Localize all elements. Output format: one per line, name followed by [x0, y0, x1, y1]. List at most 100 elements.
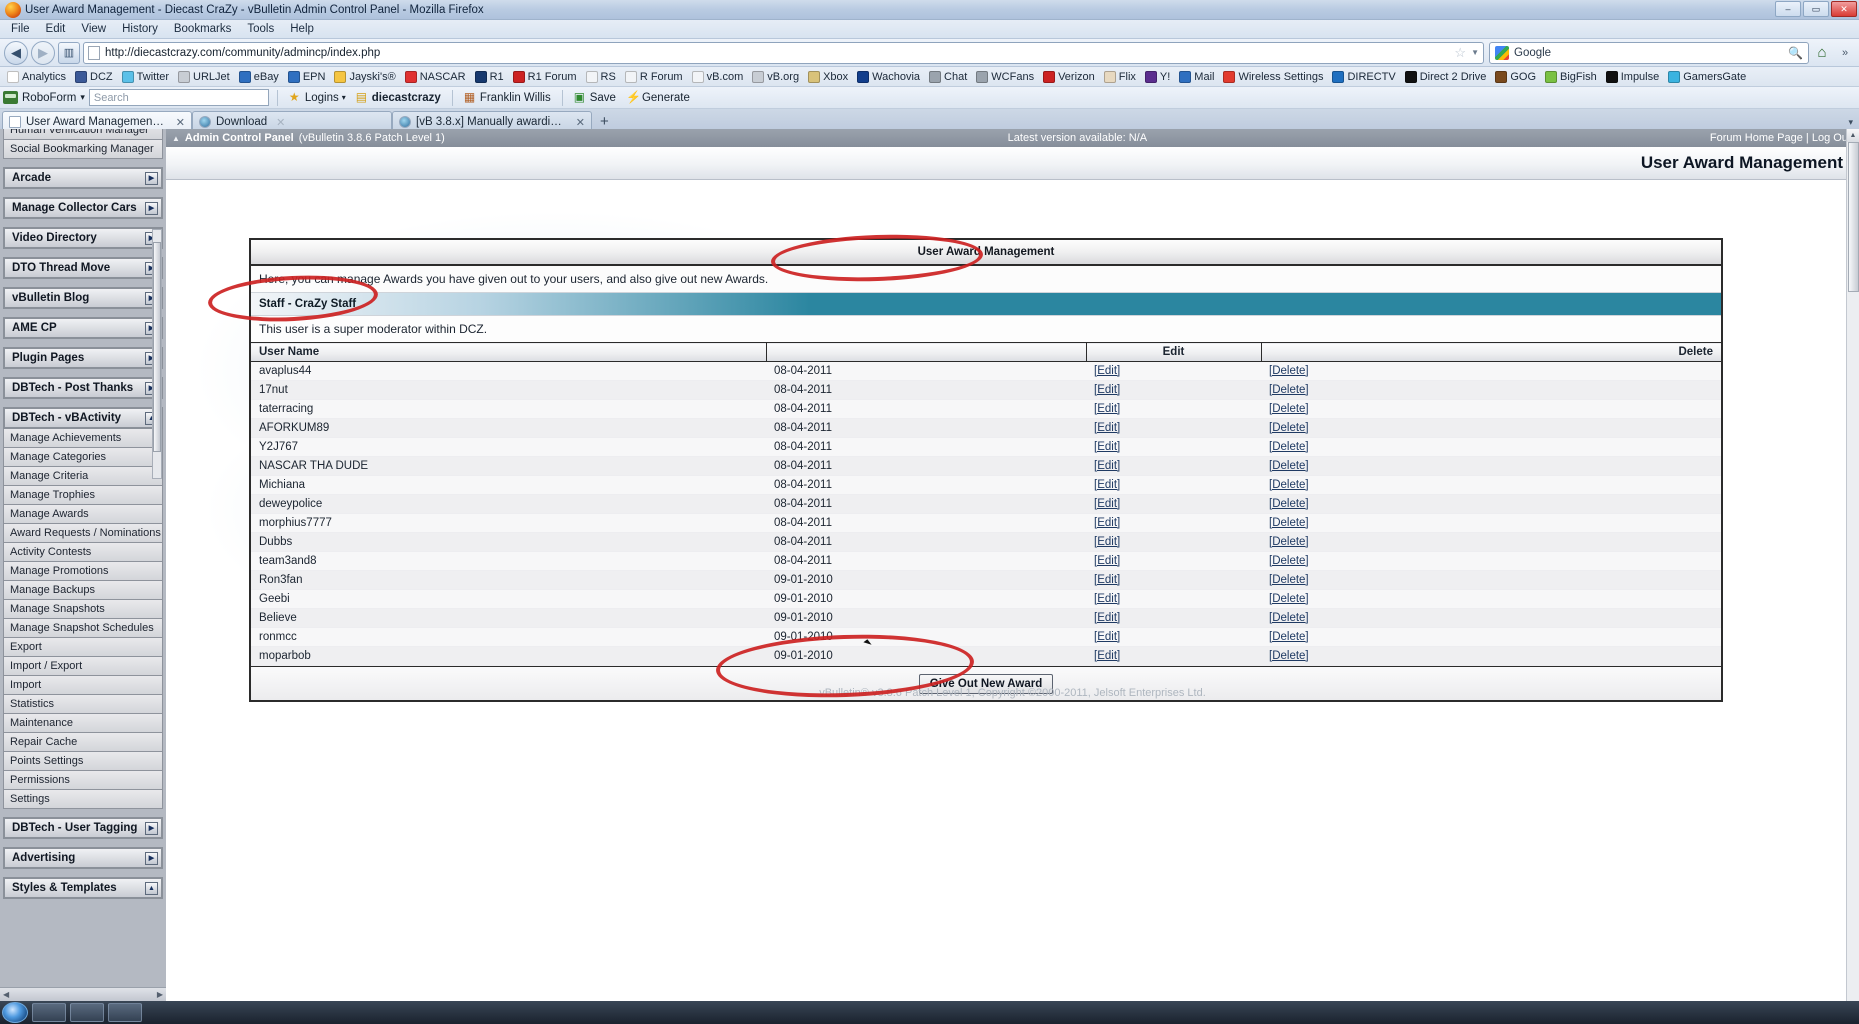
sidebar-item[interactable]: Statistics	[3, 695, 163, 714]
bookmark-item[interactable]: vB.org	[748, 70, 803, 84]
edit-link[interactable]: [Edit]	[1094, 650, 1120, 662]
sidebar-group-header[interactable]: DBTech - vBActivity▲	[3, 407, 163, 429]
bookmark-item[interactable]: Flix	[1100, 70, 1140, 84]
page-vertical-scrollbar[interactable]: ▲	[1846, 129, 1859, 1001]
forward-button[interactable]: ▶	[31, 40, 55, 65]
edit-link[interactable]: [Edit]	[1094, 441, 1120, 453]
menu-bookmarks[interactable]: Bookmarks	[166, 22, 240, 36]
collapse-icon[interactable]: ▲	[172, 134, 180, 143]
sidebar-item[interactable]: Manage Backups	[3, 581, 163, 600]
home-icon[interactable]: ⌂	[1812, 43, 1832, 63]
roboform-identity-button[interactable]: ▤ diecastcrazy	[353, 91, 444, 104]
roboform-profile-button[interactable]: ▦ Franklin Willis	[461, 91, 554, 104]
delete-link[interactable]: [Delete]	[1269, 422, 1309, 434]
reload-stop-icon[interactable]: ▥	[58, 41, 80, 64]
scroll-up-icon[interactable]: ▲	[1847, 129, 1859, 142]
search-icon[interactable]: 🔍	[1788, 46, 1803, 60]
delete-link[interactable]: [Delete]	[1269, 574, 1309, 586]
sidebar-item[interactable]: Manage Promotions	[3, 562, 163, 581]
minimize-button[interactable]: –	[1775, 1, 1801, 17]
edit-link[interactable]: [Edit]	[1094, 403, 1120, 415]
bookmark-item[interactable]: R1	[471, 70, 508, 84]
delete-link[interactable]: [Delete]	[1269, 631, 1309, 643]
page-scroll-thumb[interactable]	[1848, 142, 1859, 292]
sidebar-item[interactable]: Manage Snapshot Schedules	[3, 619, 163, 638]
edit-link[interactable]: [Edit]	[1094, 593, 1120, 605]
search-bar[interactable]: Google 🔍	[1489, 41, 1809, 64]
delete-link[interactable]: [Delete]	[1269, 650, 1309, 662]
menu-view[interactable]: View	[73, 22, 114, 36]
delete-link[interactable]: [Delete]	[1269, 384, 1309, 396]
bookmark-item[interactable]: Mail	[1175, 70, 1218, 84]
bookmark-item[interactable]: R Forum	[621, 70, 687, 84]
bookmark-star-icon[interactable]: ☆	[1454, 45, 1466, 61]
delete-link[interactable]: [Delete]	[1269, 498, 1309, 510]
sidebar-item[interactable]: Manage Criteria	[3, 467, 163, 486]
sidebar-scroll-thumb[interactable]	[153, 242, 161, 452]
scroll-right-icon[interactable]: ▶	[157, 990, 163, 999]
delete-link[interactable]: [Delete]	[1269, 441, 1309, 453]
delete-link[interactable]: [Delete]	[1269, 555, 1309, 567]
sidebar-item[interactable]: Import	[3, 676, 163, 695]
bookmark-item[interactable]: R1 Forum	[509, 70, 581, 84]
sidebar-group-header[interactable]: DTO Thread Move▶	[3, 257, 163, 279]
sidebar-group-header[interactable]: DBTech - Post Thanks▶	[3, 377, 163, 399]
expand-arrow-icon[interactable]: ▶	[145, 821, 158, 835]
sidebar-item[interactable]: Import / Export	[3, 657, 163, 676]
sidebar-item[interactable]: Export	[3, 638, 163, 657]
edit-link[interactable]: [Edit]	[1094, 517, 1120, 529]
sidebar-item[interactable]: Manage Achievements	[3, 429, 163, 448]
menu-file[interactable]: File	[3, 22, 38, 36]
edit-link[interactable]: [Edit]	[1094, 612, 1120, 624]
bookmark-item[interactable]: eBay	[235, 70, 283, 84]
sidebar-item[interactable]: Repair Cache	[3, 733, 163, 752]
bookmark-item[interactable]: Wireless Settings	[1219, 70, 1327, 84]
edit-link[interactable]: [Edit]	[1094, 536, 1120, 548]
sidebar-item[interactable]: Manage Trophies	[3, 486, 163, 505]
bookmark-item[interactable]: Verizon	[1039, 70, 1099, 84]
bookmark-item[interactable]: RS	[582, 70, 620, 84]
menu-history[interactable]: History	[114, 22, 166, 36]
taskbar-button[interactable]	[108, 1003, 142, 1022]
expand-arrow-icon[interactable]: ▶	[145, 851, 158, 865]
expand-arrow-icon[interactable]: ▶	[145, 171, 158, 185]
sidebar-item[interactable]: Award Requests / Nominations	[3, 524, 163, 543]
bookmark-item[interactable]: DIRECTV	[1328, 70, 1399, 84]
delete-link[interactable]: [Delete]	[1269, 365, 1309, 377]
sidebar-group-header[interactable]: DBTech - User Tagging ▶	[3, 817, 163, 839]
bookmark-item[interactable]: WCFans	[972, 70, 1038, 84]
tab-close-icon[interactable]: ✕	[576, 116, 585, 129]
sidebar-group-header[interactable]: Arcade ▶	[3, 167, 163, 189]
menu-tools[interactable]: Tools	[239, 22, 282, 36]
bookmark-item[interactable]: Impulse	[1602, 70, 1664, 84]
back-button[interactable]: ◀	[4, 40, 28, 65]
sidebar-item[interactable]: Manage Snapshots	[3, 600, 163, 619]
edit-link[interactable]: [Edit]	[1094, 574, 1120, 586]
edit-link[interactable]: [Edit]	[1094, 479, 1120, 491]
sidebar-item[interactable]: Social Bookmarking Manager	[3, 140, 163, 159]
forum-home-link[interactable]: Forum Home Page	[1710, 132, 1803, 144]
sidebar-group-header[interactable]: vBulletin Blog▶	[3, 287, 163, 309]
sidebar-item[interactable]: Settings	[3, 790, 163, 809]
roboform-generate-button[interactable]: ⚡ Generate	[623, 91, 693, 104]
sidebar-horizontal-scrollbar[interactable]: ◀ ▶	[0, 987, 166, 1001]
close-button[interactable]: ✕	[1831, 1, 1857, 17]
edit-link[interactable]: [Edit]	[1094, 631, 1120, 643]
sidebar-scrollbar[interactable]	[152, 229, 162, 479]
sidebar-item[interactable]: Points Settings	[3, 752, 163, 771]
edit-link[interactable]: [Edit]	[1094, 555, 1120, 567]
menu-edit[interactable]: Edit	[38, 22, 74, 36]
bookmark-item[interactable]: Direct 2 Drive	[1401, 70, 1491, 84]
delete-link[interactable]: [Delete]	[1269, 517, 1309, 529]
overflow-icon[interactable]: »	[1835, 43, 1855, 63]
sidebar-group-header[interactable]: Advertising ▶	[3, 847, 163, 869]
tab-list-chevron-down-icon[interactable]: ▾	[1848, 117, 1853, 128]
menu-help[interactable]: Help	[282, 22, 322, 36]
bookmark-item[interactable]: Jayski's®	[330, 70, 399, 84]
scroll-left-icon[interactable]: ◀	[3, 990, 9, 999]
delete-link[interactable]: [Delete]	[1269, 536, 1309, 548]
delete-link[interactable]: [Delete]	[1269, 612, 1309, 624]
bookmark-item[interactable]: NASCAR	[401, 70, 470, 84]
sidebar-item[interactable]: Human Verification Manager	[3, 129, 163, 140]
start-orb-icon[interactable]	[2, 1002, 28, 1023]
